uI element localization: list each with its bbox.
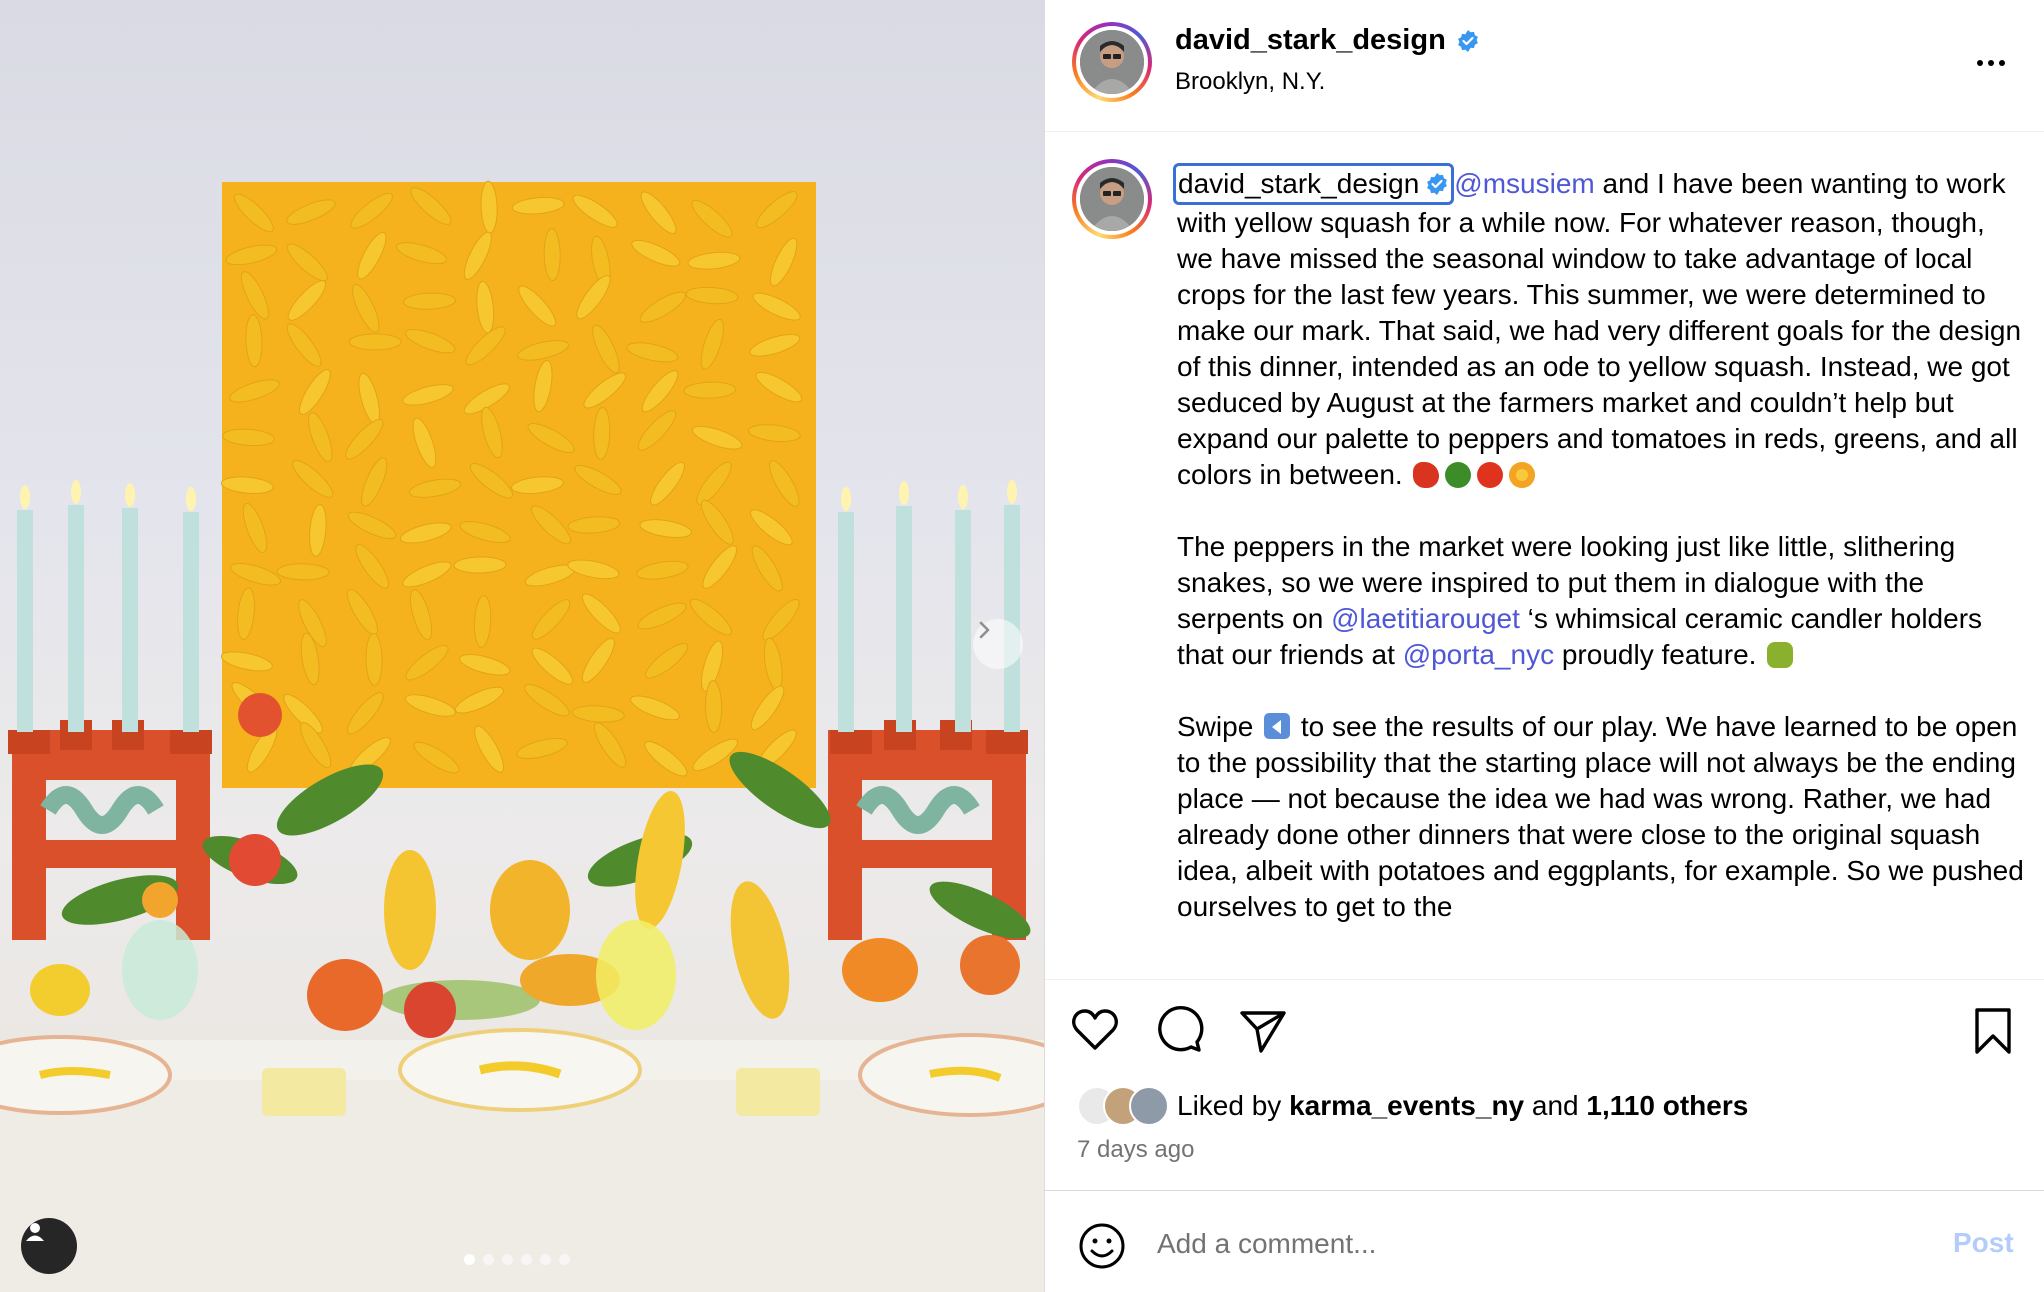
bell-pepper-icon [1445,462,1472,488]
user-tag-icon [26,1223,44,1241]
carousel-dot [464,1254,475,1265]
caption-username[interactable]: david_stark_design [1173,163,1455,205]
post-location[interactable]: Brooklyn, N.Y. [1175,68,1325,96]
hot-pepper-icon [1413,462,1440,488]
chevron-right-icon [979,621,990,639]
carousel-dot [559,1254,570,1265]
username-text[interactable]: david_stark_design [1175,24,1446,57]
carousel-dot [483,1254,494,1265]
dot [1999,60,2005,66]
caption-text: proudly feature. [1554,639,1757,670]
carousel-dot [521,1254,532,1265]
likes-text: Liked by karma_events_ny and 1,110 other… [1177,1090,1748,1122]
post-caption: david_stark_design @msusiem and I have be… [1173,163,2027,961]
caption-author-avatar[interactable] [1072,159,1152,239]
author-username[interactable]: david_stark_design [1175,24,1480,57]
likes-and: and [1524,1090,1587,1121]
caption-text: Swipe [1177,711,1254,742]
caption-paragraph: The peppers in the market were looking j… [1177,529,2027,673]
post-comment-button[interactable]: Post [1953,1227,2014,1259]
tomato-icon [1477,462,1504,488]
mention-link[interactable]: @porta_nyc [1403,639,1554,670]
likes-summary[interactable]: Liked by karma_events_ny and 1,110 other… [1077,1086,1748,1126]
avatar-photo [1080,30,1144,94]
emoji-icon[interactable] [1077,1221,1127,1271]
liker-username[interactable]: karma_events_ny [1289,1090,1524,1121]
post-header: david_stark_design Brooklyn, N.Y. [1045,0,2044,132]
liker-avatar [1129,1086,1169,1126]
post-photo [0,180,1044,1292]
likes-count[interactable]: 1,110 others [1586,1090,1748,1121]
next-image-button[interactable] [973,619,1023,669]
verified-badge-icon [1427,173,1448,195]
sunflower-icon [1509,462,1536,488]
left-arrow-glyph [1272,720,1282,734]
verified-badge-icon [1457,29,1478,52]
more-options-button[interactable] [1971,48,2011,78]
caption-paragraph: Swipe to see the results of our play. We… [1177,709,2027,925]
share-icon[interactable] [1235,1002,1291,1058]
mention-link[interactable]: @laetitiarouget [1331,603,1520,634]
dot [1988,60,1994,66]
post-actions [1045,979,2044,1079]
avatar-photo [1080,167,1144,231]
tagged-users-button[interactable] [21,1218,77,1274]
comment-input[interactable] [1157,1221,1857,1267]
comment-bar: Post [1045,1190,2044,1292]
post-sidebar: david_stark_design Brooklyn, N.Y. david_… [1044,0,2044,1292]
carousel-dot [502,1254,513,1265]
bookmark-icon[interactable] [1965,1002,2021,1058]
caption-text: and I have been wanting to work with yel… [1177,168,2022,490]
likes-prefix: Liked by [1177,1090,1290,1121]
author-avatar[interactable] [1072,22,1152,102]
carousel-indicator [464,1254,570,1265]
carousel-dot [540,1254,551,1265]
caption-username-text[interactable]: david_stark_design [1178,166,1419,202]
caption-text: to see the results of our play. We have … [1177,711,2024,922]
caption-paragraph: david_stark_design @msusiem and I have be… [1173,163,2027,493]
left-arrow-button-icon [1264,713,1291,739]
caption-scroll-area[interactable]: david_stark_design @msusiem and I have be… [1045,133,2044,979]
post-timestamp[interactable]: 7 days ago [1077,1136,1194,1164]
mention-link[interactable]: @msusiem [1454,168,1594,199]
heart-icon[interactable] [1067,1002,1123,1058]
dot [1977,60,1983,66]
comment-icon[interactable] [1151,1002,1207,1058]
snake-icon [1767,642,1794,668]
post-media[interactable] [0,0,1044,1292]
